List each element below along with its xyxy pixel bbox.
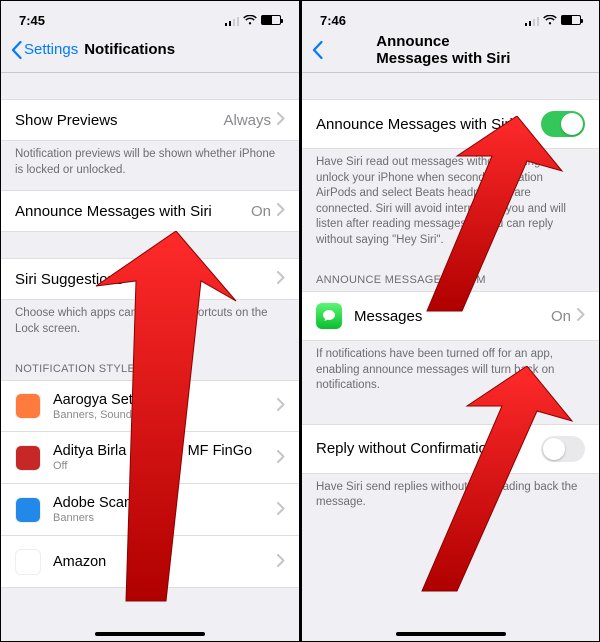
app-name: Aarogya Setu (53, 392, 277, 408)
status-time: 7:45 (19, 13, 45, 28)
chevron-left-icon (11, 41, 22, 59)
app-sub: Banners (53, 512, 277, 524)
siri-suggestions-row[interactable]: Siri Suggestions (1, 258, 299, 300)
cell-label: Messages (354, 308, 551, 325)
back-button[interactable] (312, 41, 325, 59)
messages-app-icon (316, 303, 342, 329)
chevron-right-icon (277, 112, 285, 128)
status-right (525, 15, 582, 26)
app-icon (15, 549, 41, 575)
status-bar: 7:45 (1, 1, 299, 33)
home-indicator (95, 632, 205, 636)
toggle-switch[interactable] (541, 111, 585, 137)
battery-icon (261, 15, 281, 25)
app-name: Adobe Scan (53, 495, 277, 511)
messages-row[interactable]: Messages On (302, 291, 599, 341)
notification-style-header: Notification Style (1, 349, 299, 380)
app-sub: Off (53, 460, 277, 472)
announce-from-header: Announce Messages From (302, 260, 599, 291)
app-text: Amazon (53, 554, 277, 570)
cell-label: Siri Suggestions (15, 271, 277, 288)
cell-label: Announce Messages with Siri (15, 203, 251, 220)
battery-icon (561, 15, 581, 25)
app-icon (15, 445, 41, 471)
apps-list: Aarogya SetuBanners, Sounds, Badges Adity… (1, 380, 299, 588)
section-footer: Have Siri send replies without first rea… (302, 474, 599, 523)
cellular-bars-icon (225, 15, 240, 26)
status-bar: 7:46 (302, 1, 599, 33)
left-screenshot: 7:45 Settings Notifications Show Preview… (0, 0, 300, 642)
chevron-right-icon (277, 398, 285, 414)
section-footer: If notifications have been turned off fo… (302, 341, 599, 406)
back-button[interactable]: Settings (11, 41, 78, 59)
toggle-switch[interactable] (541, 436, 585, 462)
cell-value: On (551, 308, 571, 325)
app-name: Aditya Birla Sun Life MF FinGo (53, 443, 277, 459)
app-row[interactable]: Aarogya SetuBanners, Sounds, Badges (1, 380, 299, 432)
back-label: Settings (24, 41, 78, 58)
chevron-right-icon (277, 203, 285, 219)
wifi-icon (243, 15, 257, 26)
nav-bar: Settings Notifications (1, 33, 299, 73)
section-footer: Notification previews will be shown whet… (1, 141, 299, 190)
app-row[interactable]: Amazon (1, 536, 299, 588)
page-title: Notifications (84, 41, 175, 58)
app-row[interactable]: Adobe ScanBanners (1, 484, 299, 536)
app-row[interactable]: Aditya Birla Sun Life MF FinGoOff (1, 432, 299, 484)
cell-value: Always (223, 112, 271, 129)
nav-bar: Announce Messages with Siri (302, 33, 599, 73)
app-icon (15, 393, 41, 419)
right-screenshot: 7:46 Announce Messages with Siri Announc… (300, 0, 600, 642)
content-scroll[interactable]: Announce Messages with Siri Have Siri re… (302, 73, 599, 641)
chevron-right-icon (277, 502, 285, 518)
cellular-bars-icon (525, 15, 540, 26)
content-scroll[interactable]: Show Previews Always Notification previe… (1, 73, 299, 641)
reply-confirmation-row[interactable]: Reply without Confirmation (302, 424, 599, 474)
page-title: Announce Messages with Siri (376, 33, 525, 67)
section-footer: Choose which apps can suggest Shortcuts … (1, 300, 299, 349)
status-time: 7:46 (320, 13, 346, 28)
app-text: Adobe ScanBanners (53, 495, 277, 524)
status-right (225, 15, 282, 26)
chevron-right-icon (277, 271, 285, 287)
app-name: Amazon (53, 554, 277, 570)
home-indicator (396, 632, 506, 636)
cell-label: Reply without Confirmation (316, 440, 541, 457)
chevron-right-icon (277, 554, 285, 570)
chevron-right-icon (277, 450, 285, 466)
chevron-right-icon (577, 308, 585, 324)
app-icon (15, 497, 41, 523)
show-previews-row[interactable]: Show Previews Always (1, 99, 299, 141)
announce-messages-row[interactable]: Announce Messages with Siri On (1, 190, 299, 232)
app-text: Aarogya SetuBanners, Sounds, Badges (53, 392, 277, 421)
cell-value: On (251, 203, 271, 220)
wifi-icon (543, 15, 557, 26)
app-sub: Banners, Sounds, Badges (53, 409, 277, 421)
cell-label: Announce Messages with Siri (316, 116, 541, 133)
announce-toggle-row[interactable]: Announce Messages with Siri (302, 99, 599, 149)
chevron-left-icon (312, 41, 323, 59)
app-text: Aditya Birla Sun Life MF FinGoOff (53, 443, 277, 472)
cell-label: Show Previews (15, 112, 223, 129)
section-footer: Have Siri read out messages without havi… (302, 149, 599, 260)
